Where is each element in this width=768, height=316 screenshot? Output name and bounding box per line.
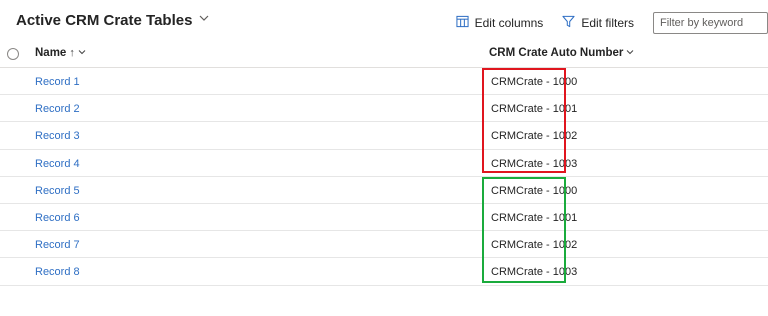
table-row[interactable]: Record 6 CRMCrate - 1001 xyxy=(0,204,768,232)
auto-number-value: CRMCrate - 1003 xyxy=(491,266,578,279)
record-name-link[interactable]: Record 2 xyxy=(35,103,80,115)
auto-number-value: CRMCrate - 1001 xyxy=(491,103,578,116)
table-row[interactable]: Record 1 CRMCrate - 1000 xyxy=(0,68,768,96)
table-row[interactable]: Record 3 CRMCrate - 1002 xyxy=(0,122,768,150)
filter-icon xyxy=(562,15,575,31)
toolbar: Edit columns Edit filters xyxy=(456,12,768,34)
auto-number-value: CRMCrate - 1002 xyxy=(491,239,578,252)
record-name-link[interactable]: Record 7 xyxy=(35,239,80,251)
record-name-link[interactable]: Record 3 xyxy=(35,130,80,142)
edit-filters-button[interactable]: Edit filters xyxy=(562,15,634,31)
chevron-down-icon xyxy=(78,47,86,59)
sort-ascending-icon: ↑ xyxy=(69,47,75,59)
table-row[interactable]: Record 2 CRMCrate - 1001 xyxy=(0,95,768,123)
data-grid: Name ↑ CRM Crate Auto Number Record 1 CR… xyxy=(0,40,768,286)
column-name-label: Name xyxy=(35,47,67,59)
table-row[interactable]: Record 8 CRMCrate - 1003 xyxy=(0,258,768,286)
record-name-link[interactable]: Record 1 xyxy=(35,76,80,88)
select-all-checkbox[interactable] xyxy=(7,48,19,60)
chevron-down-icon xyxy=(626,47,634,59)
auto-number-value: CRMCrate - 1002 xyxy=(491,130,578,143)
record-name-link[interactable]: Record 8 xyxy=(35,266,80,278)
page: Active CRM Crate Tables Edit columns Edi… xyxy=(0,0,768,316)
table-row[interactable]: Record 5 CRMCrate - 1000 xyxy=(0,177,768,204)
column-auto-number-label: CRM Crate Auto Number xyxy=(489,47,624,59)
view-selector[interactable]: Active CRM Crate Tables xyxy=(16,11,210,29)
view-title: Active CRM Crate Tables xyxy=(16,11,193,29)
table-row[interactable]: Record 7 CRMCrate - 1002 xyxy=(0,231,768,259)
auto-number-value: CRMCrate - 1000 xyxy=(491,76,578,88)
record-name-link[interactable]: Record 4 xyxy=(35,158,80,170)
grid-header: Name ↑ CRM Crate Auto Number xyxy=(0,40,768,68)
column-header-name[interactable]: Name ↑ xyxy=(35,47,86,59)
table-row[interactable]: Record 4 CRMCrate - 1003 xyxy=(0,150,768,177)
columns-icon xyxy=(456,15,469,31)
record-name-link[interactable]: Record 5 xyxy=(35,185,80,197)
edit-columns-label: Edit columns xyxy=(474,16,544,30)
record-name-link[interactable]: Record 6 xyxy=(35,212,80,224)
column-header-auto-number[interactable]: CRM Crate Auto Number xyxy=(489,47,634,59)
filter-keyword-input[interactable] xyxy=(653,12,768,34)
auto-number-value: CRMCrate - 1000 xyxy=(491,184,578,197)
edit-columns-button[interactable]: Edit columns xyxy=(456,15,544,31)
auto-number-value: CRMCrate - 1003 xyxy=(491,157,578,170)
auto-number-value: CRMCrate - 1001 xyxy=(491,211,578,224)
edit-filters-label: Edit filters xyxy=(581,16,634,30)
chevron-down-icon xyxy=(198,11,210,29)
